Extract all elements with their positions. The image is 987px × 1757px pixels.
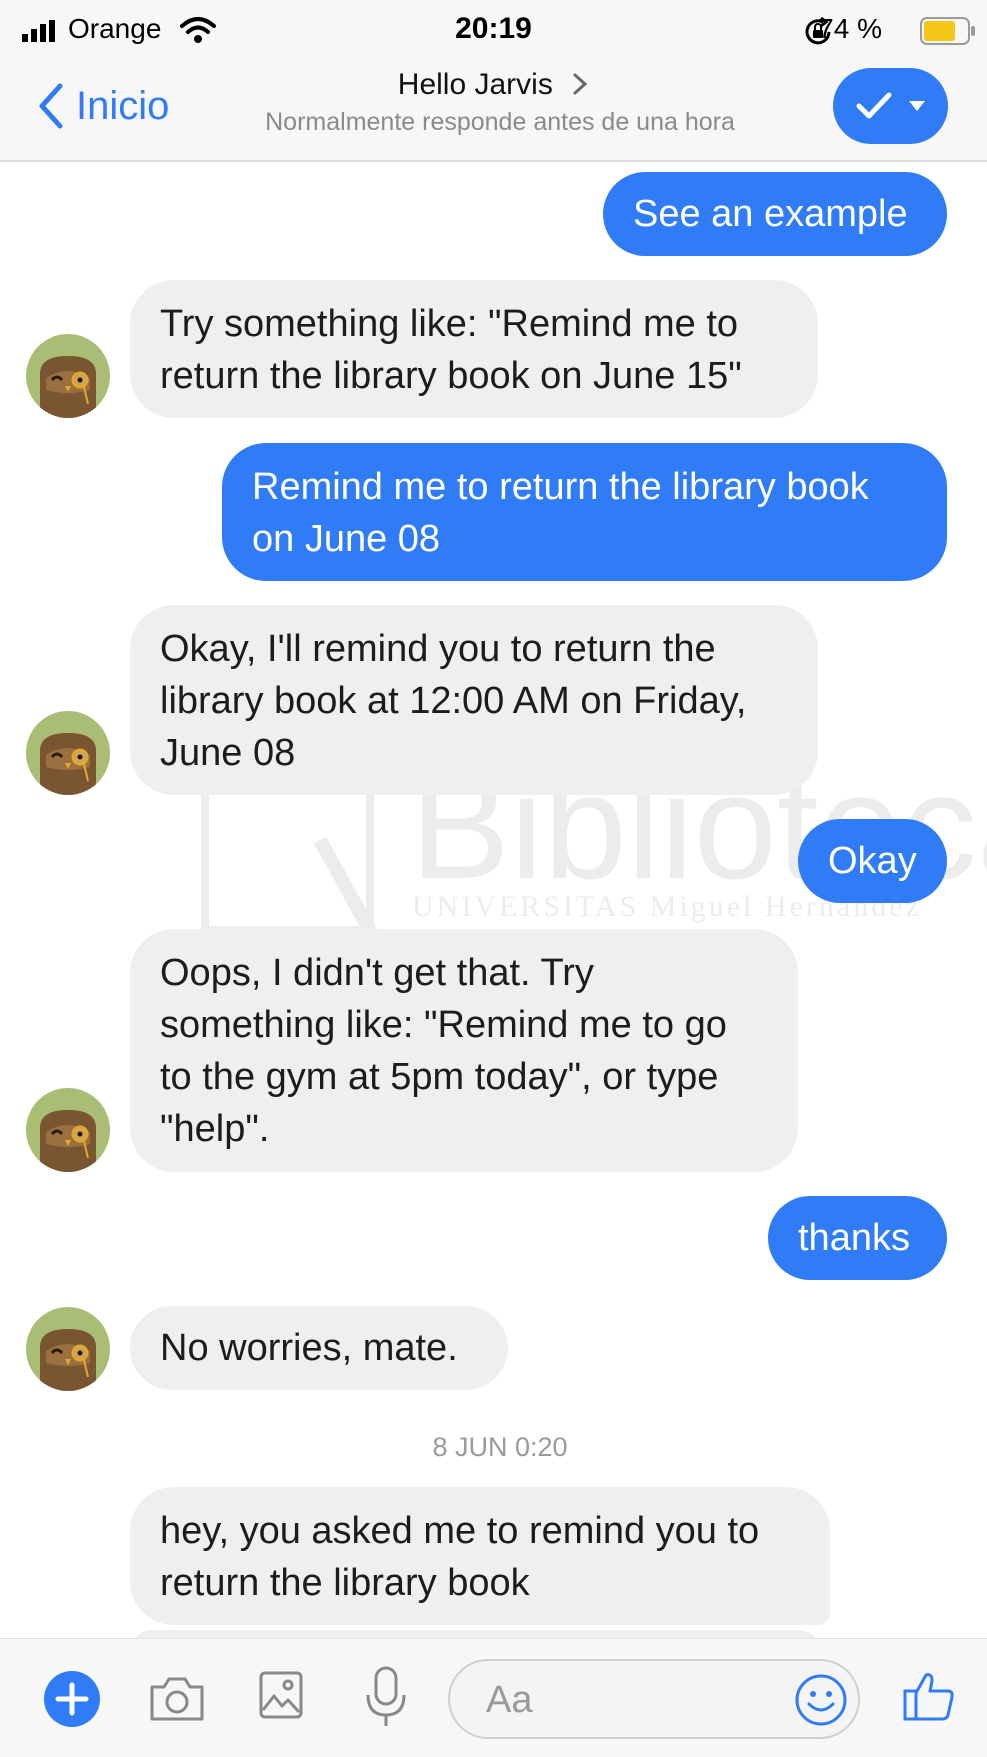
message-bubble-received[interactable]: Okay, I'll remind you to return the libr… — [130, 605, 818, 795]
image-icon — [259, 1671, 303, 1719]
message-bubble-received[interactable]: Oops, I didn't get that. Try something l… — [130, 929, 798, 1172]
owl-avatar-icon — [26, 334, 110, 418]
more-actions-button[interactable] — [44, 1671, 100, 1732]
message-text: No worries, mate. — [160, 1327, 458, 1369]
mark-done-button[interactable] — [833, 68, 948, 144]
caret-down-icon — [908, 101, 925, 111]
voice-button[interactable] — [365, 1665, 407, 1734]
chevron-right-icon — [573, 73, 588, 95]
message-line: June 08 — [160, 732, 296, 774]
bot-avatar[interactable] — [26, 1307, 110, 1391]
message-line: something like: "Remind me to go — [160, 1004, 727, 1046]
message-composer — [0, 1638, 987, 1757]
message-timestamp: 8 JUN 0:20 — [432, 1432, 568, 1462]
plus-icon — [44, 1671, 100, 1727]
chat-header: Inicio Hello Jarvis Normalmente responde… — [0, 60, 987, 162]
message-input-container — [448, 1659, 860, 1739]
title-text: Hello Jarvis — [397, 68, 553, 101]
emoji-icon — [795, 1674, 847, 1726]
owl-avatar-icon — [26, 1307, 110, 1391]
check-icon — [856, 92, 891, 119]
camera-icon — [150, 1677, 204, 1721]
bot-avatar[interactable] — [26, 1088, 110, 1172]
message-line: return the library book on June 15" — [160, 355, 742, 397]
message-line: Try something like: "Remind me to — [160, 303, 739, 345]
message-bubble-received[interactable]: No worries, mate. — [130, 1306, 508, 1390]
like-button[interactable] — [902, 1669, 956, 1728]
message-line: Oops, I didn't get that. Try — [160, 952, 594, 994]
message-bubble-sent[interactable]: Remind me to return the library book on … — [222, 443, 947, 581]
emoji-button[interactable] — [794, 1673, 848, 1732]
thumbs-up-icon — [903, 1673, 954, 1721]
bot-avatar[interactable] — [26, 711, 110, 795]
battery-icon — [920, 17, 975, 45]
message-line: to the gym at 5pm today", or type — [160, 1056, 719, 1098]
message-line: hey, you asked me to remind you to — [160, 1510, 760, 1552]
message-line: return the library book — [160, 1562, 530, 1604]
status-bar: Orange 20:19 74 % — [0, 0, 987, 60]
message-input[interactable] — [484, 1675, 788, 1725]
owl-avatar-icon — [26, 711, 110, 795]
microphone-icon — [366, 1666, 406, 1726]
owl-avatar-icon — [26, 1088, 110, 1172]
message-text: See an example — [633, 193, 908, 235]
message-line: "help". — [160, 1108, 270, 1150]
message-bubble-received[interactable]: Try something like: "Remind me to return… — [130, 280, 818, 418]
message-line: Remind me to return the library book — [252, 466, 869, 508]
camera-button[interactable] — [148, 1673, 206, 1728]
message-bubble-sent[interactable]: See an example — [603, 172, 947, 256]
message-text: thanks — [798, 1217, 910, 1259]
message-bubble-sent[interactable]: Okay — [798, 819, 947, 903]
bot-avatar[interactable] — [26, 334, 110, 418]
message-bubble-received[interactable]: hey, you asked me to remind you to retur… — [130, 1487, 830, 1625]
message-line: Okay, I'll remind you to return the — [160, 628, 716, 670]
gallery-button[interactable] — [258, 1670, 304, 1725]
message-bubble-sent[interactable]: thanks — [768, 1196, 947, 1280]
battery-percent: 74 % — [818, 13, 882, 44]
message-text: Okay — [828, 840, 917, 882]
message-line: on June 08 — [252, 518, 441, 560]
message-line: library book at 12:00 AM on Friday, — [160, 680, 747, 722]
